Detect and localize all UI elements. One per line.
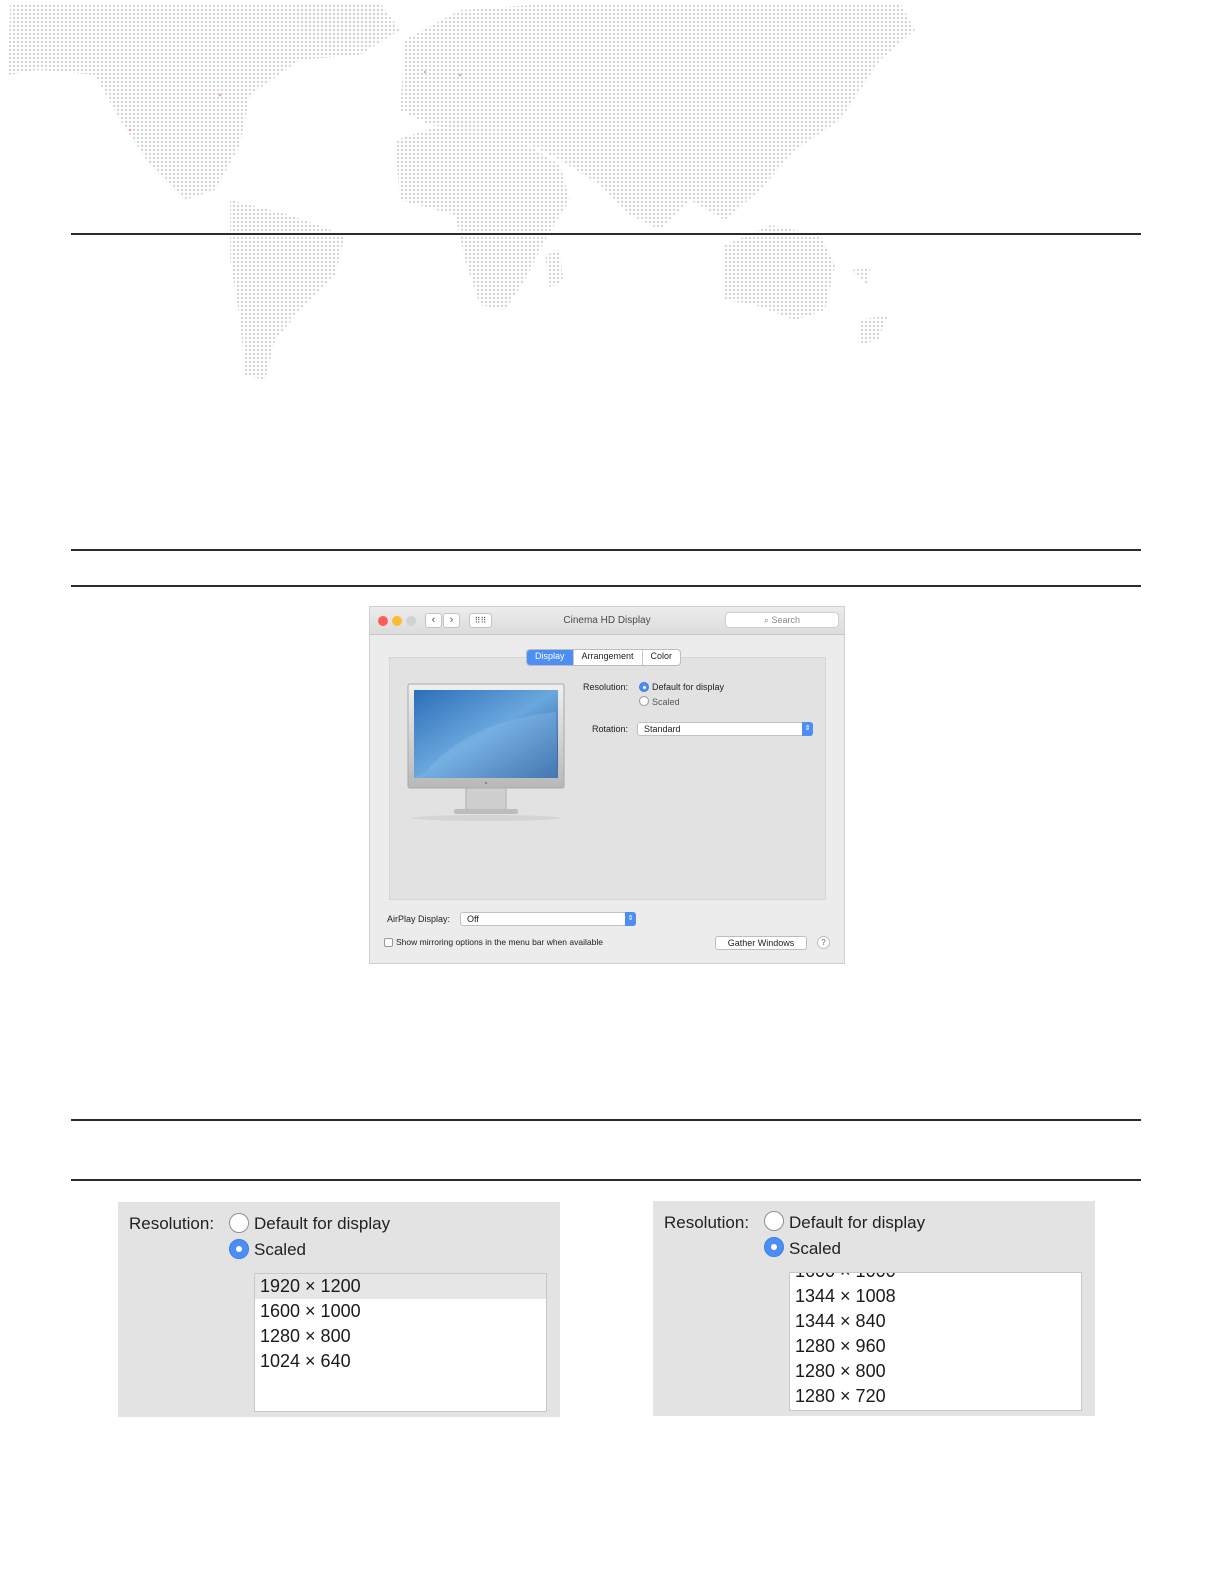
resolution-zoom-panel-right: Resolution: Default for display Scaled 1… bbox=[653, 1201, 1095, 1416]
airplay-display-label: AirPlay Display: bbox=[387, 914, 451, 924]
help-button[interactable]: ? bbox=[817, 936, 830, 949]
resolution-label: Resolution: bbox=[583, 682, 629, 692]
airplay-display-value: Off bbox=[467, 914, 479, 924]
rotation-select[interactable]: Standard ⇕ bbox=[637, 722, 813, 736]
default-for-display-label: Default for display bbox=[789, 1213, 926, 1232]
select-arrows-icon: ⇕ bbox=[625, 912, 636, 926]
tab-color[interactable]: Color bbox=[643, 650, 681, 665]
resolution-zoom-panel-left: Resolution: Default for display Scaled 1… bbox=[118, 1202, 560, 1417]
resolution-list-item[interactable]: 1344 × 840 bbox=[790, 1309, 1081, 1334]
scaled-label: Scaled bbox=[789, 1239, 841, 1258]
tab-arrangement[interactable]: Arrangement bbox=[574, 650, 643, 665]
display-settings-pane bbox=[389, 657, 826, 900]
resolution-label: Resolution: bbox=[664, 1213, 750, 1232]
resolution-list-item[interactable]: 1600 × 1000 bbox=[255, 1299, 546, 1324]
scaled-radio[interactable] bbox=[229, 1239, 249, 1259]
scaled-radio[interactable] bbox=[764, 1237, 784, 1257]
resolution-label: Resolution: bbox=[129, 1214, 215, 1233]
divider-rule bbox=[71, 549, 1141, 551]
scaled-label: Scaled bbox=[254, 1240, 306, 1259]
rotation-label: Rotation: bbox=[592, 724, 629, 734]
default-for-display-radio[interactable] bbox=[639, 682, 649, 692]
divider-rule bbox=[71, 233, 1141, 235]
default-for-display-radio[interactable] bbox=[229, 1213, 249, 1233]
scaled-radio[interactable] bbox=[639, 696, 649, 706]
search-icon: ⌕ bbox=[763, 615, 769, 625]
rotation-value: Standard bbox=[644, 724, 681, 734]
default-for-display-radio[interactable] bbox=[764, 1211, 784, 1231]
displays-preferences-window: ‹ › ⠿⠿ Cinema HD Display ⌕ Search Displa… bbox=[369, 606, 845, 964]
select-arrows-icon: ⇕ bbox=[802, 722, 813, 736]
default-for-display-label: Default for display bbox=[254, 1214, 391, 1233]
divider-rule bbox=[71, 1119, 1141, 1121]
preference-tabs: Display Arrangement Color bbox=[526, 649, 682, 666]
airplay-display-select[interactable]: Off ⇕ bbox=[460, 912, 636, 926]
divider-rule bbox=[71, 1179, 1141, 1181]
resolution-list: 1600 × 1000 1344 × 1008 1344 × 840 1280 … bbox=[789, 1272, 1082, 1411]
resolution-list-item[interactable]: 1344 × 1008 bbox=[790, 1284, 1081, 1309]
divider-rule bbox=[71, 585, 1141, 587]
mirroring-options-checkbox[interactable] bbox=[384, 938, 393, 947]
resolution-list: 1920 × 1200 1600 × 1000 1280 × 800 1024 … bbox=[254, 1273, 547, 1412]
mirroring-options-label: Show mirroring options in the menu bar w… bbox=[396, 937, 603, 947]
world-map-graphic bbox=[8, 3, 915, 380]
resolution-list-item[interactable]: 1280 × 720 bbox=[790, 1384, 1081, 1409]
window-titlebar: ‹ › ⠿⠿ Cinema HD Display ⌕ Search bbox=[370, 607, 844, 635]
resolution-list-item-partial[interactable]: 1600 × 1000 bbox=[790, 1273, 1081, 1284]
cinema-display-illustration bbox=[407, 683, 565, 821]
default-for-display-label: Default for display bbox=[652, 682, 725, 692]
resolution-list-item[interactable]: 1280 × 800 bbox=[255, 1324, 546, 1349]
search-field[interactable]: ⌕ Search bbox=[725, 612, 839, 628]
resolution-list-item[interactable]: 1280 × 960 bbox=[790, 1334, 1081, 1359]
resolution-list-item[interactable]: 1920 × 1200 bbox=[255, 1274, 546, 1299]
gather-windows-button[interactable]: Gather Windows bbox=[715, 936, 807, 950]
scaled-label: Scaled bbox=[652, 697, 680, 707]
resolution-list-item[interactable]: 1280 × 800 bbox=[790, 1359, 1081, 1384]
tab-display[interactable]: Display bbox=[527, 650, 574, 665]
resolution-list-item[interactable]: 1024 × 640 bbox=[255, 1349, 546, 1374]
search-placeholder: Search bbox=[771, 615, 801, 625]
